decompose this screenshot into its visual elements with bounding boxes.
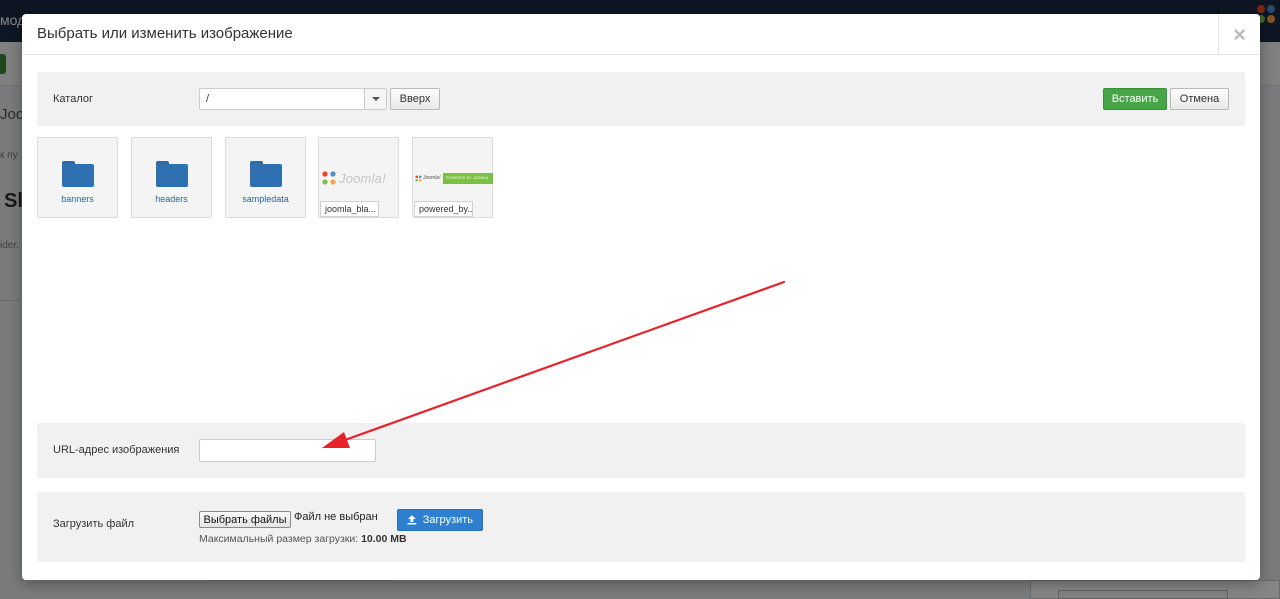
joomla-logo-icon (415, 175, 422, 182)
preview-logo-text: Joomla! (423, 175, 441, 181)
preview-logo-text: Joomla! (339, 171, 386, 186)
image-item-powered-by[interactable]: Joomla! POWERED BY JOOMLA powered_by... (412, 137, 493, 218)
folder-icon (250, 161, 282, 187)
choose-files-button[interactable]: Выбрать файлы (199, 511, 291, 528)
folder-item-banners[interactable]: banners (37, 137, 118, 218)
joomla-image-preview: Joomla! (319, 170, 399, 188)
catalog-bar: Каталог / Вверх Вставить Отмена (37, 72, 1245, 126)
url-label: URL-адрес изображения (53, 444, 180, 456)
joomla-logo-icon (322, 171, 336, 185)
modal-title: Выбрать или изменить изображение (37, 25, 293, 42)
upload-icon (407, 515, 417, 525)
powered-badge: POWERED BY JOOMLA (443, 173, 493, 184)
folder-icon (62, 161, 94, 187)
preview-badge-text: POWERED BY JOOMLA (446, 176, 489, 180)
max-size-value: 10.00 MB (361, 533, 407, 545)
close-icon: × (1233, 21, 1246, 47)
upload-row: Загрузить файл Выбрать файлы Файл не выб… (37, 492, 1245, 562)
image-name: joomla_bla... (320, 201, 379, 217)
folder-item-sampledata[interactable]: sampledata (225, 137, 306, 218)
max-size-label: Максимальный размер загрузки: (199, 533, 359, 545)
upload-button-label: Загрузить (422, 514, 473, 526)
catalog-label: Каталог (53, 93, 93, 105)
folder-select[interactable]: / (199, 88, 387, 110)
folder-select-value: / (206, 93, 210, 105)
url-row: URL-адрес изображения (37, 423, 1245, 478)
chevron-down-icon (372, 97, 380, 101)
image-item-joomla-black[interactable]: Joomla! joomla_bla... (318, 137, 399, 218)
folder-name: sampledata (242, 194, 289, 204)
modal-header: Выбрать или изменить изображение × (22, 14, 1260, 55)
folder-icon (156, 161, 188, 187)
image-url-input[interactable] (199, 439, 376, 462)
powered-image-preview: Joomla! POWERED BY JOOMLA (413, 173, 493, 185)
max-upload-size: Максимальный размер загрузки: 10.00 MB (199, 533, 407, 545)
folder-name: banners (61, 194, 94, 204)
upload-button[interactable]: Загрузить (397, 509, 483, 531)
folder-select-toggle[interactable] (364, 89, 386, 109)
up-button[interactable]: Вверх (390, 88, 440, 110)
image-picker-modal: Выбрать или изменить изображение × Катал… (22, 14, 1260, 580)
cancel-button[interactable]: Отмена (1170, 88, 1229, 110)
upload-label: Загрузить файл (53, 518, 135, 530)
file-status: Файл не выбран (294, 511, 378, 523)
insert-button[interactable]: Вставить (1103, 88, 1167, 110)
close-button[interactable]: × (1218, 14, 1260, 55)
folder-name: headers (155, 194, 188, 204)
image-name: powered_by... (414, 201, 473, 217)
folder-item-headers[interactable]: headers (131, 137, 212, 218)
